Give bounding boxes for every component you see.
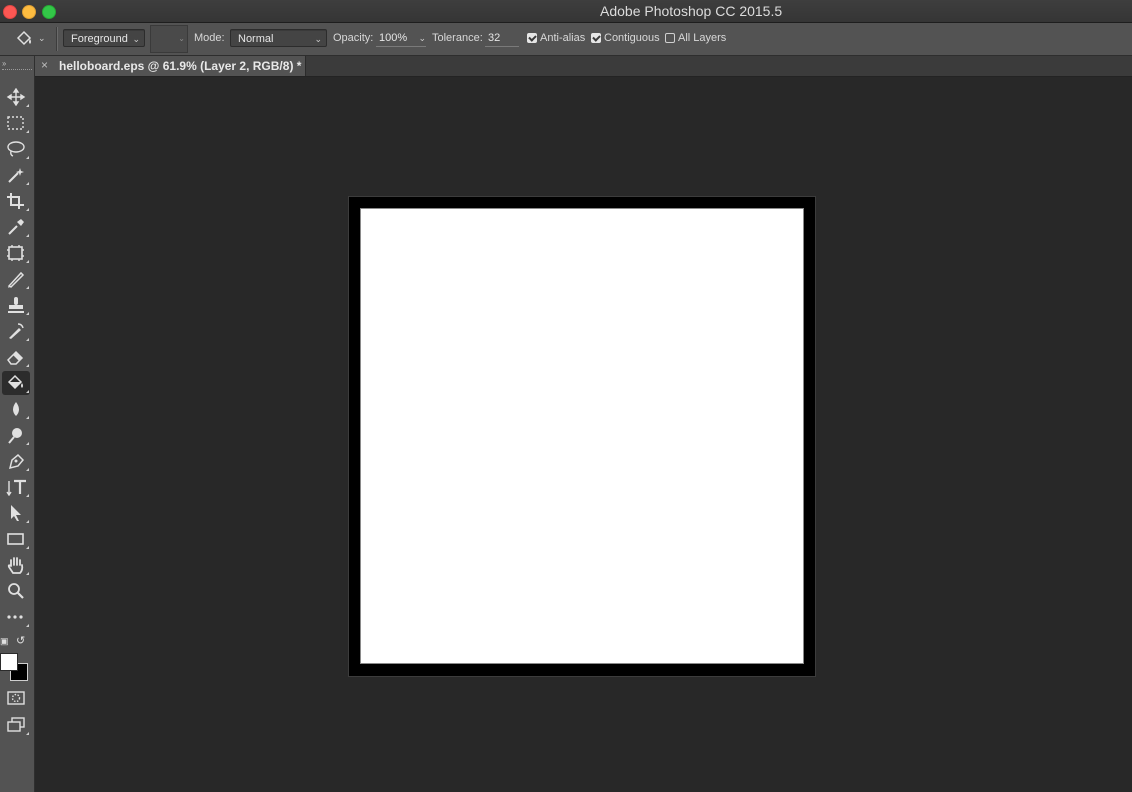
contiguous-label: Contiguous: [604, 32, 660, 44]
dodge-tool[interactable]: [2, 423, 30, 447]
eyedropper-tool[interactable]: [2, 215, 30, 239]
zoom-tool[interactable]: [2, 579, 30, 603]
paint-bucket-tool[interactable]: [2, 371, 30, 395]
hand-icon: [7, 557, 24, 574]
window-title: Adobe Photoshop CC 2015.5: [600, 3, 783, 19]
chevron-down-icon: ⌄: [38, 33, 46, 43]
document-tab-bar: × helloboard.eps @ 61.9% (Layer 2, RGB/8…: [35, 56, 1132, 77]
tools-panel: ›› ▣ ↺: [0, 56, 35, 792]
path-selection-tool[interactable]: [2, 501, 30, 525]
more-icon: [7, 615, 23, 619]
chevron-down-icon: ⌄: [132, 34, 140, 44]
foreground-color-swatch[interactable]: [0, 653, 18, 671]
canvas-area[interactable]: [35, 77, 1132, 792]
crop-icon: [7, 193, 24, 209]
antialias-checkbox[interactable]: [527, 33, 537, 43]
screen-mode-icon: [7, 717, 25, 732]
rectangle-icon: [7, 533, 24, 545]
mode-label: Mode:: [194, 32, 225, 44]
rectangle-tool[interactable]: [2, 527, 30, 551]
close-icon[interactable]: ×: [41, 58, 48, 72]
magic-wand-icon: [8, 168, 24, 183]
chevron-down-icon: ⌄: [314, 34, 322, 44]
tolerance-value: 32: [488, 32, 501, 44]
path-selection-icon: [11, 505, 21, 521]
type-icon: [6, 479, 26, 496]
brush-icon: [7, 271, 25, 288]
stamp-tool[interactable]: [2, 293, 30, 317]
fill-source-value: Foreground: [71, 33, 128, 45]
pen-icon: [8, 453, 25, 470]
white-board-layer[interactable]: [360, 208, 804, 664]
close-window-button[interactable]: [3, 5, 17, 19]
screen-mode-button[interactable]: [2, 713, 30, 737]
options-bar: ⌄ Foreground ⌄ ⌄ Mode: Normal ⌄ Opacity:…: [0, 23, 1132, 56]
chevron-down-icon: ⌄: [418, 33, 426, 43]
hand-tool[interactable]: [2, 553, 30, 577]
zoom-icon: [8, 583, 24, 599]
quick-mask-button[interactable]: [2, 686, 30, 710]
move-tool[interactable]: [2, 85, 30, 109]
document-canvas[interactable]: [348, 196, 816, 677]
marquee-tool[interactable]: [2, 111, 30, 135]
opacity-label: Opacity:: [333, 32, 374, 44]
tolerance-label: Tolerance:: [432, 32, 483, 44]
paint-bucket-icon: [16, 30, 32, 46]
mode-dropdown[interactable]: Normal ⌄: [230, 29, 327, 47]
lasso-tool[interactable]: [2, 137, 30, 161]
stamp-icon: [8, 297, 24, 313]
eyedropper-icon: [8, 219, 24, 235]
opacity-value: 100%: [379, 32, 408, 44]
more-tools[interactable]: [2, 605, 30, 629]
tool-preset-picker[interactable]: ⌄: [10, 27, 50, 51]
paint-bucket-icon: [7, 374, 23, 390]
history-brush-tool[interactable]: [2, 319, 30, 343]
magic-wand-tool[interactable]: [2, 163, 30, 187]
all-layers-checkbox[interactable]: [665, 33, 675, 43]
panel-grip[interactable]: [2, 69, 32, 72]
antialias-label: Anti-alias: [540, 32, 586, 44]
swap-colors-icon[interactable]: ↺: [16, 634, 25, 647]
title-bar: Adobe Photoshop CC 2015.5: [0, 0, 1132, 23]
all-layers-label: All Layers: [678, 32, 727, 44]
history-brush-icon: [9, 323, 24, 339]
dodge-icon: [8, 428, 22, 444]
lasso-icon: [7, 141, 25, 157]
eraser-icon: [7, 350, 24, 365]
brush-tool[interactable]: [2, 267, 30, 291]
crop-tool[interactable]: [2, 189, 30, 213]
mode-value: Normal: [238, 33, 274, 45]
fill-source-dropdown[interactable]: Foreground ⌄: [63, 29, 145, 47]
blur-tool[interactable]: [2, 397, 30, 421]
contiguous-checkbox[interactable]: [591, 33, 601, 43]
frame-tool[interactable]: [2, 241, 30, 265]
move-icon: [6, 88, 26, 106]
marquee-icon: [7, 116, 24, 130]
zoom-window-button[interactable]: [42, 5, 56, 19]
frame-icon: [7, 245, 24, 261]
quick-mask-icon: [7, 691, 25, 705]
default-colors-icon[interactable]: ▣: [0, 636, 9, 647]
document-tab[interactable]: × helloboard.eps @ 61.9% (Layer 2, RGB/8…: [35, 56, 306, 76]
chevron-down-icon: ⌄: [178, 34, 185, 43]
tolerance-field[interactable]: 32: [485, 29, 519, 47]
blur-icon: [13, 402, 19, 416]
divider: [56, 27, 58, 51]
type-tool[interactable]: [2, 475, 30, 499]
document-title: helloboard.eps @ 61.9% (Layer 2, RGB/8) …: [59, 59, 302, 73]
pattern-picker[interactable]: ⌄: [150, 25, 188, 53]
opacity-field[interactable]: 100% ⌄: [376, 29, 426, 47]
panel-collapse-icon[interactable]: ››: [2, 59, 6, 68]
eraser-tool[interactable]: [2, 345, 30, 369]
pen-tool[interactable]: [2, 449, 30, 473]
minimize-window-button[interactable]: [22, 5, 36, 19]
